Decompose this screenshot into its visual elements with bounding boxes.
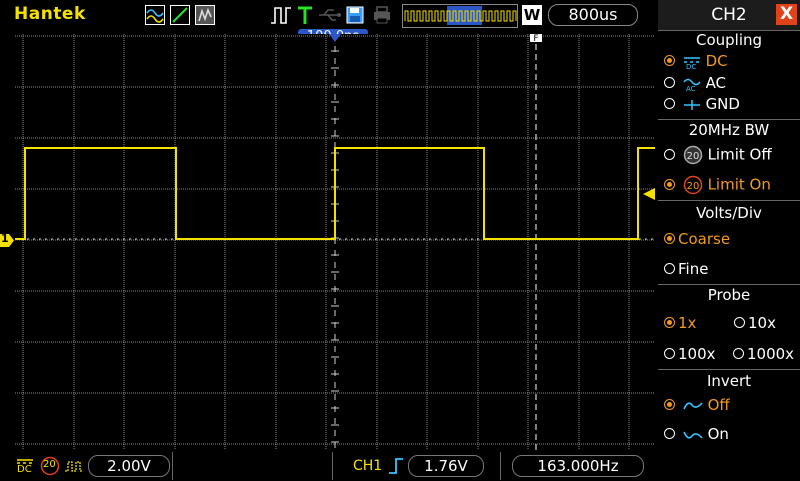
probe-1000x-label: 1000x [747,345,795,363]
coupling-title: Coupling [695,31,763,49]
rising-edge-icon [388,456,404,480]
volts-div-group: Volts/Div Coarse Fine [658,200,800,284]
radio-icon [664,77,675,88]
status-divider [500,452,501,480]
coupling-gnd-label: GND [705,95,740,113]
svg-text:F: F [533,34,538,44]
bw-limit-on-label: Limit On [707,175,771,194]
invert-off-option[interactable]: Off [664,396,730,414]
close-button[interactable]: X [776,4,797,25]
ch2-menu-panel: CH2 X Coupling DC DC AC AC GND 20MHz BW … [658,0,800,481]
radio-selected-icon [664,178,675,190]
radio-selected-icon [664,55,675,66]
pulse-icon [64,458,84,477]
normal-mode-icon[interactable] [145,5,165,25]
scope-display[interactable]: F [15,34,655,450]
status-divider [332,452,333,480]
radio-selected-icon [664,317,675,328]
radio-icon [664,263,675,274]
waveform-overview[interactable] [402,4,518,28]
ch1-marker-label: 1 [1,232,9,245]
radio-icon [664,98,675,109]
timebase-readout[interactable]: 800us [548,4,638,26]
brand-logo: Hantek [14,4,86,24]
ac-symbol-icon: AC [683,78,701,93]
bw-20-icon: 20 [683,145,703,165]
probe-title: Probe [707,286,751,304]
invert-off-icon [683,401,703,409]
bw-limit-label: 20 [43,459,56,470]
status-divider [172,452,173,480]
coupling-gnd-option[interactable]: GND [664,95,740,113]
radio-icon [664,348,675,359]
bw-20-limit-icon: 20 [683,175,703,195]
zoom-window-badge[interactable]: W [522,5,542,25]
bw-limit-on-option[interactable]: 20 Limit On [664,175,771,195]
coupling-dc-label: DC [705,52,728,70]
radio-selected-icon [664,399,675,410]
bandwidth-group: 20MHz BW 20 Limit Off 20 Limit On [658,119,800,200]
radio-icon [734,317,745,328]
probe-10x-option[interactable]: 10x [734,314,776,332]
bw-limit-off-option[interactable]: 20 Limit Off [664,145,772,165]
bw-limit-icon: 20 [40,456,60,476]
invert-group: Invert Off On [658,369,800,481]
dc-coupling-label: DC [17,464,32,475]
radio-icon [664,148,675,160]
invert-on-label: On [707,425,729,443]
trigger-source-label: CH1 [353,458,383,474]
probe-1x-option[interactable]: 1x [664,314,696,332]
volts-div-fine-option[interactable]: Fine [664,260,708,278]
volts-div-fine-label: Fine [678,260,709,278]
invert-on-icon [683,431,703,439]
svg-text:AC: AC [686,85,696,91]
dc-symbol-icon: DC [683,56,700,71]
probe-100x-option[interactable]: 100x [664,345,716,363]
coupling-ac-option[interactable]: AC AC [664,74,727,93]
status-bar: DC 20 2.00V CH1 1.76V 163.000Hz [0,452,658,480]
probe-100x-label: 100x [678,345,716,363]
ch1-marker[interactable]: 1 [0,232,14,247]
bw-limit-off-label: Limit Off [707,145,772,164]
radio-selected-icon [664,233,675,244]
probe-group: Probe 1x 10x 100x 1000x [658,284,800,369]
save-icon[interactable] [346,5,364,25]
probe-1000x-option[interactable]: 1000x [733,345,794,363]
trigger-level-readout[interactable]: 1.76V [408,455,484,477]
invert-off-label: Off [707,396,730,414]
gnd-symbol-icon [683,99,700,110]
invert-title: Invert [706,372,752,390]
volts-div-title: Volts/Div [696,204,762,222]
coupling-ac-label: AC [705,74,727,92]
radio-icon [733,348,744,359]
probe-1x-label: 1x [678,314,697,332]
svg-text:DC: DC [686,63,696,69]
volts-div-coarse-option[interactable]: Coarse [664,230,730,248]
bandwidth-title: 20MHz BW [688,121,770,139]
volts-div-coarse-label: Coarse [678,230,731,248]
average-mode-icon[interactable] [195,5,215,25]
trigger-t-icon[interactable] [297,5,313,25]
trigger-edge-icon[interactable] [270,5,292,25]
radio-icon [664,428,675,439]
print-icon[interactable] [372,5,392,25]
ch-volts-div-readout[interactable]: 2.00V [88,455,170,477]
frequency-readout: 163.000Hz [512,455,644,477]
invert-on-option[interactable]: On [664,425,729,443]
coupling-dc-option[interactable]: DC DC [664,52,728,71]
svg-text:20: 20 [686,181,699,192]
usb-icon [318,5,342,25]
peak-mode-icon[interactable] [170,5,190,25]
probe-10x-label: 10x [748,314,776,332]
top-toolbar: Hantek W 800us [0,0,658,30]
coupling-group: Coupling DC DC AC AC GND [658,30,800,119]
svg-text:20: 20 [686,151,699,162]
